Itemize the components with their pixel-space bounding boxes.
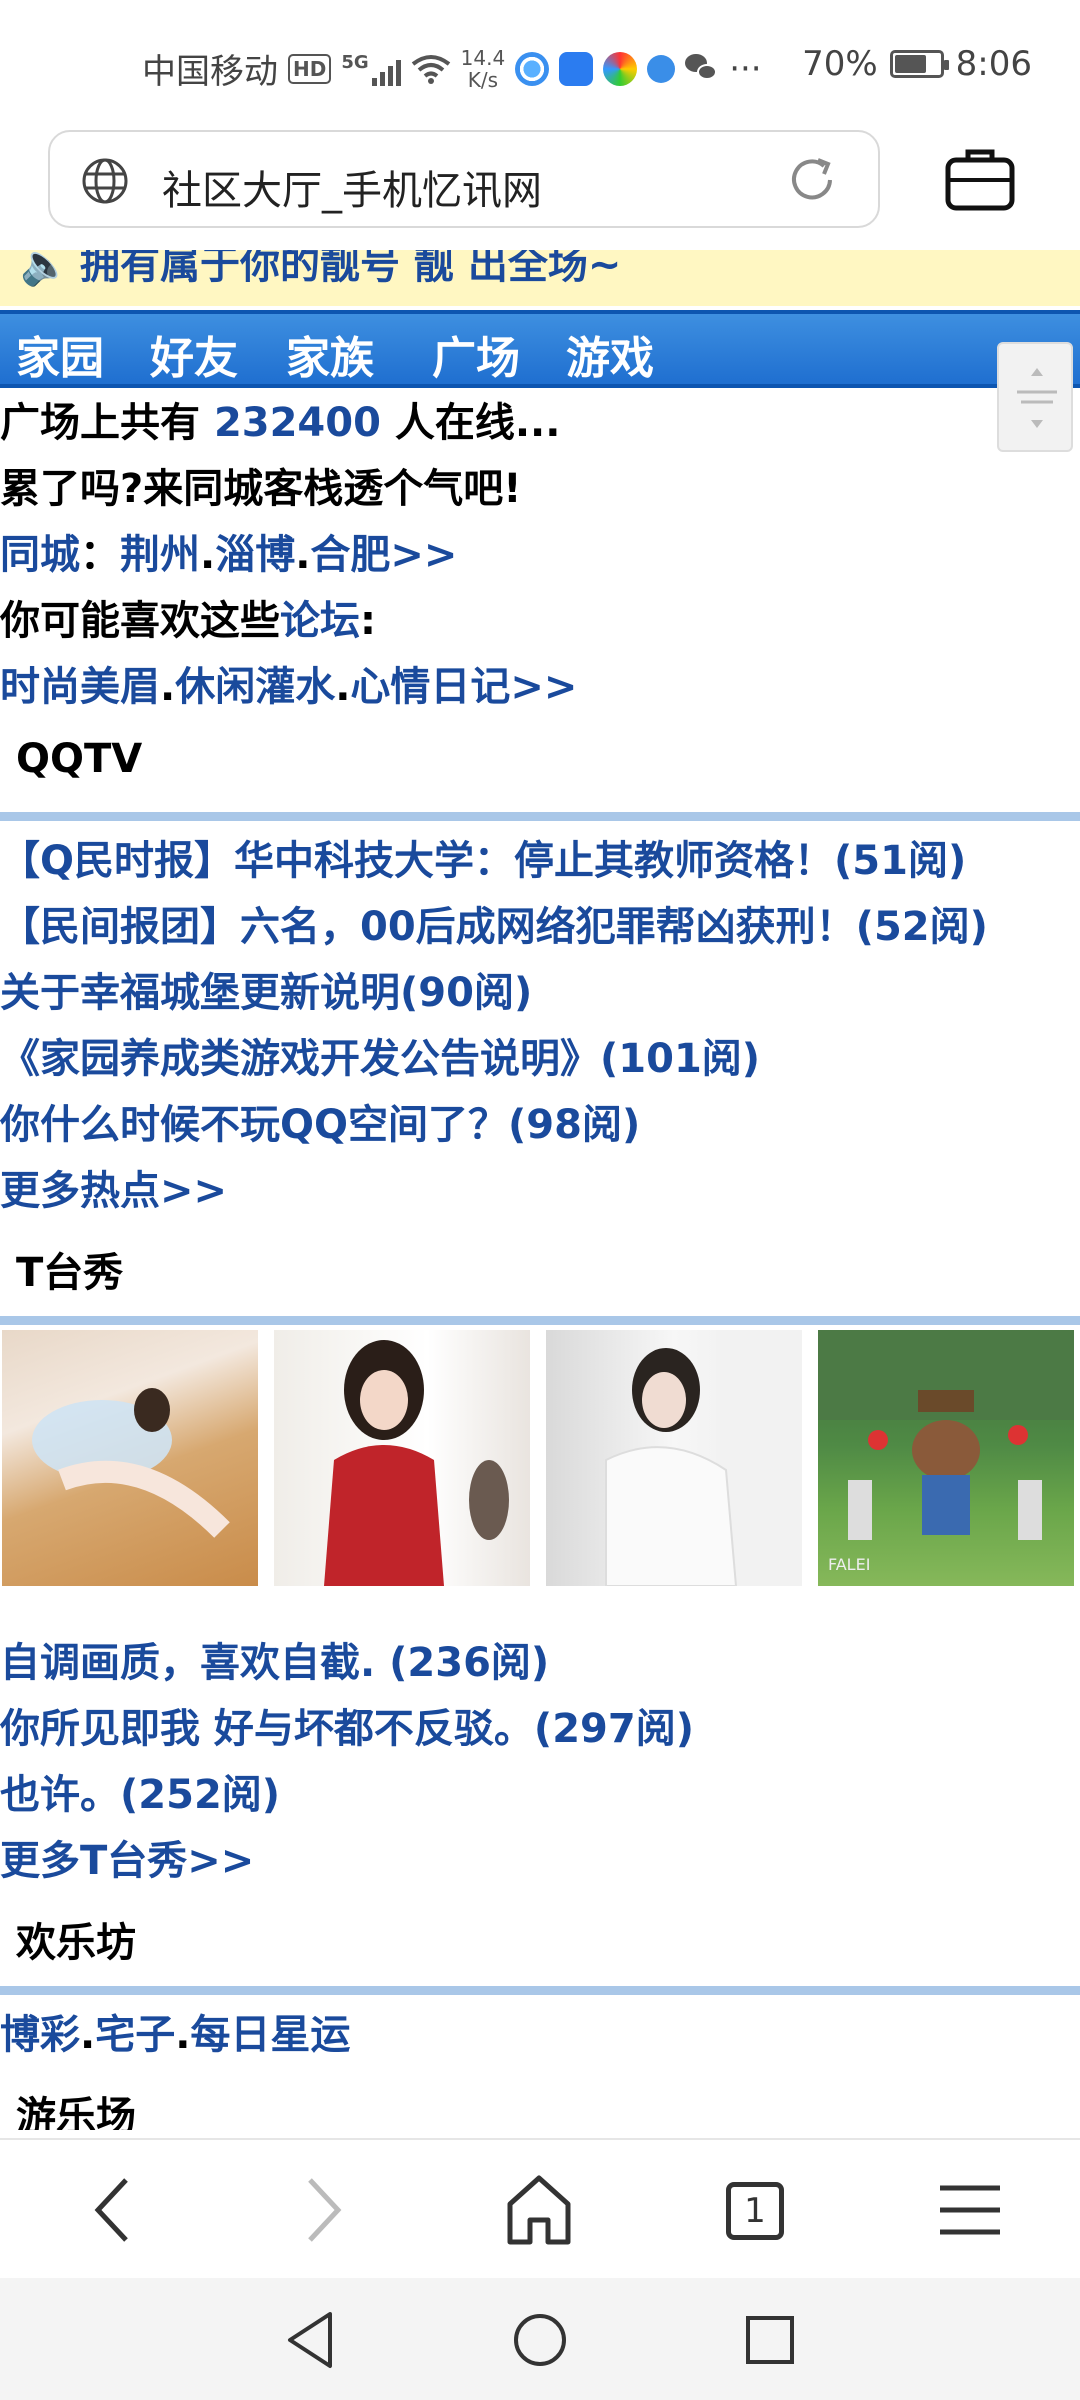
online-count-line: 广场上共有 232400 人在线...: [0, 390, 560, 448]
tshow-item[interactable]: 自调画质，喜欢自截. (236阅): [0, 1630, 549, 1688]
online-suffix: 人在线...: [380, 400, 561, 446]
system-navigation-bar: [0, 2278, 1080, 2400]
battery-percent: 70%: [802, 44, 878, 84]
city-jingzhou-link[interactable]: 荆州: [120, 532, 200, 578]
photo-thumbnail[interactable]: [274, 1330, 530, 1586]
inn-line: 累了吗?来同城客栈透个气吧!: [0, 466, 522, 512]
house-link[interactable]: 宅子: [95, 2012, 175, 2058]
city-colon: ：: [80, 532, 120, 578]
scroll-handle[interactable]: [997, 342, 1073, 452]
notice-text[interactable]: 🔈 拥有属于你的靓号 靓 出全场~: [20, 250, 621, 290]
qqtv-item[interactable]: 关于幸福城堡更新说明(90阅): [0, 960, 532, 1018]
home-icon[interactable]: [504, 2170, 574, 2250]
reload-icon[interactable]: [784, 152, 840, 208]
photo-thumbnail[interactable]: [546, 1330, 802, 1586]
globe-icon: [82, 158, 128, 204]
network-speed: 14.4 K/s: [461, 47, 506, 91]
browser-notification-icon: [647, 54, 676, 83]
forum-links-line: 时尚美眉.休闲灌水.心情日记>>: [0, 664, 578, 710]
more-tshow-link[interactable]: 更多T台秀>>: [0, 1828, 254, 1886]
menu-icon[interactable]: [938, 2170, 1002, 2250]
section-title-playground: 游乐场: [16, 2094, 136, 2130]
tshow-item[interactable]: 也许。(252阅): [0, 1762, 280, 1820]
forum-prefix: 你可能喜欢这些: [0, 598, 280, 644]
toolbox-icon[interactable]: [940, 140, 1020, 220]
nav-clan[interactable]: 家族: [286, 322, 374, 386]
hd-badge: HD: [288, 53, 332, 84]
qqtv-item[interactable]: 【Q民时报】华中科技大学：停止其教师资格！(51阅): [0, 828, 966, 886]
qq-browser-notification-icon: [515, 51, 550, 86]
section-divider: [0, 812, 1080, 821]
system-home-icon[interactable]: [508, 2308, 572, 2372]
main-nav: 家园 好友 家族 广场 游戏: [0, 310, 1080, 388]
city-hefei-link[interactable]: 合肥>>: [310, 532, 457, 578]
nav-games[interactable]: 游戏: [566, 322, 654, 386]
wifi-icon: [411, 54, 450, 84]
battery-icon: [889, 50, 949, 78]
more-news-link[interactable]: 更多热点>>: [0, 1158, 227, 1216]
qqtv-item[interactable]: 你什么时候不玩QQ空间了？(98阅): [0, 1092, 640, 1150]
address-bar[interactable]: 社区大厅_手机忆讯网: [48, 130, 880, 228]
nav-home[interactable]: 家园: [16, 322, 104, 386]
browser-toolbar: 1: [0, 2138, 1080, 2278]
city-link[interactable]: 同城: [0, 532, 80, 578]
scroll-handle-icon: [1017, 368, 1057, 428]
battery-fill: [894, 55, 926, 73]
signal-icon: 5G: [341, 51, 401, 86]
wechat-icon: [685, 53, 719, 84]
notice-banner[interactable]: 🔈 拥有属于你的靓号 靓 出全场~: [0, 250, 1080, 306]
speed-unit: K/s: [467, 67, 499, 92]
forum-fashion-link[interactable]: 时尚美眉: [0, 664, 160, 710]
city-line: 同城：荆州.淄博.合肥>>: [0, 532, 458, 578]
back-icon[interactable]: [86, 2170, 136, 2250]
qqtv-item[interactable]: 《家园养成类游戏开发公告说明》(101阅): [0, 1026, 760, 1084]
tshow-item[interactable]: 你所见即我 好与坏都不反驳。(297阅): [0, 1696, 694, 1754]
tabs-button[interactable]: 1: [726, 2182, 784, 2240]
section-title-fun: 欢乐坊: [16, 1920, 136, 1966]
nav-friends[interactable]: 好友: [150, 322, 238, 386]
speaker-icon: 🔈: [20, 250, 70, 288]
carrier-name: 中国移动: [142, 52, 278, 92]
system-back-icon[interactable]: [280, 2308, 340, 2372]
notice-label: 拥有属于你的靓号 靓 出全场~: [80, 250, 622, 288]
fun-links-line: 博彩.宅子.每日星运: [0, 2012, 351, 2058]
city-zibo-link[interactable]: 淄博: [215, 532, 295, 578]
forum-chat-link[interactable]: 休闲灌水: [175, 664, 335, 710]
qqtv-item[interactable]: 【民间报团】六名，00后成网络犯罪帮凶获刑！(52阅): [0, 894, 988, 952]
photo-gallery: FALEI: [0, 1330, 1080, 1590]
forum-line: 你可能喜欢这些论坛:: [0, 588, 376, 646]
network-type: 5G: [341, 51, 369, 73]
horoscope-link[interactable]: 每日星运: [190, 2012, 350, 2058]
section-title-qqtv: QQTV: [16, 736, 143, 782]
lottery-link[interactable]: 博彩: [0, 2012, 80, 2058]
status-bar-right: 70% 8:06: [802, 44, 1032, 84]
more-notifications: ···: [729, 48, 762, 89]
section-divider: [0, 1986, 1080, 1995]
status-bar: 中国移动 HD 5G 14.4 K/s ··· 70% 8:06: [0, 0, 1080, 120]
system-recents-icon[interactable]: [740, 2308, 800, 2372]
photo-caption: FALEI: [828, 1555, 870, 1574]
forward-icon[interactable]: [300, 2170, 350, 2250]
nav-plaza[interactable]: 广场: [432, 322, 520, 386]
section-divider: [0, 1316, 1080, 1325]
online-count: 232400: [213, 400, 381, 446]
photo-thumbnail[interactable]: [2, 1330, 258, 1586]
tabs-count: 1: [744, 2191, 766, 2231]
colorful-app-notification-icon: [603, 51, 638, 86]
photo-thumbnail[interactable]: FALEI: [818, 1330, 1074, 1586]
web-page[interactable]: 🔈 拥有属于你的靓号 靓 出全场~ 家园 好友 家族 广场 游戏 广场上共有 23…: [0, 250, 1080, 2130]
app-notification-icon: [559, 51, 594, 86]
online-prefix: 广场上共有: [0, 400, 214, 446]
clock: 8:06: [955, 44, 1032, 84]
forum-link[interactable]: 论坛: [280, 598, 360, 644]
page-title[interactable]: 社区大厅_手机忆讯网: [162, 158, 542, 216]
forum-diary-link[interactable]: 心情日记>>: [350, 664, 577, 710]
speed-value: 14.4: [460, 45, 506, 70]
forum-colon: :: [360, 598, 376, 644]
section-title-tshow: T台秀: [16, 1250, 124, 1296]
status-bar-left: 中国移动 HD 5G 14.4 K/s ···: [142, 44, 762, 93]
